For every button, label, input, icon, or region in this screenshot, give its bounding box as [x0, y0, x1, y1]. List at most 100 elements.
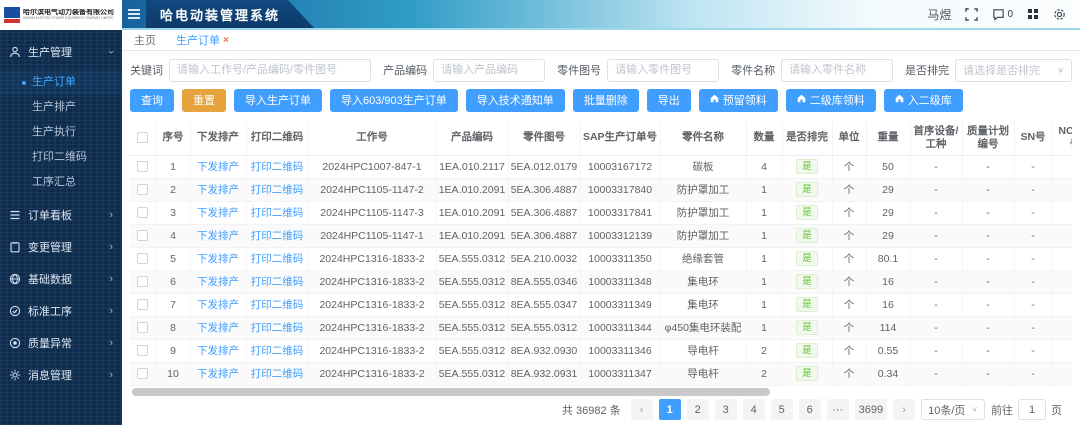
reset-button[interactable]: 重置: [182, 89, 226, 112]
row-checkbox[interactable]: [137, 368, 148, 379]
user-name[interactable]: 马煜: [927, 6, 951, 23]
sidebar-item-production-execution[interactable]: 生产执行: [0, 120, 122, 145]
sidebar-item-process-summary[interactable]: 工序汇总: [0, 170, 122, 195]
tab-home[interactable]: 主页: [134, 32, 156, 48]
print-qrcode-link[interactable]: 打印二维码: [251, 161, 304, 173]
issue-scheduling-link[interactable]: 下发排产: [197, 253, 239, 265]
row-checkbox[interactable]: [137, 345, 148, 356]
page-button[interactable]: 3: [715, 399, 737, 420]
cell-sap_no: 10003311350: [580, 247, 660, 270]
part-no-input[interactable]: [607, 59, 719, 82]
goto-page-input[interactable]: [1018, 399, 1046, 420]
reserve-material-button[interactable]: 预留领料: [699, 89, 778, 112]
sidebar-group-standard-process[interactable]: 标准工序 ›: [0, 295, 122, 327]
prev-page-button[interactable]: ‹: [631, 399, 653, 420]
page-size-select[interactable]: 10条/页 ∨: [921, 399, 985, 420]
print-qrcode-link[interactable]: 打印二维码: [251, 299, 304, 311]
page-content: 关键词 产品编码 零件图号 零件名称 是否排完 请选择是否排完 ∨ 查询 重置 …: [122, 51, 1080, 425]
import-tech-notice-button[interactable]: 导入技术通知单: [466, 89, 565, 112]
import-production-order-button[interactable]: 导入生产订单: [234, 89, 322, 112]
issue-scheduling-link[interactable]: 下发排产: [197, 184, 239, 196]
part-name-input[interactable]: [781, 59, 893, 82]
close-icon[interactable]: ×: [223, 35, 229, 46]
table-header-row: 序号下发排产打印二维码工作号产品编码零件图号SAP生产订单号零件名称数量是否排完…: [130, 121, 1072, 155]
page-button[interactable]: 5: [771, 399, 793, 420]
cell-weight: 50: [866, 155, 910, 178]
row-checkbox[interactable]: [137, 276, 148, 287]
issue-scheduling-link[interactable]: 下发排产: [197, 276, 239, 288]
sidebar-group-message-mgmt[interactable]: 消息管理 ›: [0, 359, 122, 391]
batch-delete-button[interactable]: 批量删除: [573, 89, 639, 112]
row-checkbox[interactable]: [137, 322, 148, 333]
scheduled-select[interactable]: 请选择是否排完 ∨: [955, 59, 1072, 82]
issue-scheduling-link[interactable]: 下发排产: [197, 299, 239, 311]
keyword-label: 关键词: [130, 62, 163, 78]
sidebar-item-print-qrcode[interactable]: 打印二维码: [0, 145, 122, 170]
query-button[interactable]: 查询: [130, 89, 174, 112]
page-button[interactable]: 2: [687, 399, 709, 420]
settings-gear-icon[interactable]: [1053, 8, 1066, 21]
page-button[interactable]: 1: [659, 399, 681, 420]
sidebar-group-order-board[interactable]: 订单看板 ›: [0, 199, 122, 231]
row-checkbox[interactable]: [137, 253, 148, 264]
keyword-input[interactable]: [169, 59, 371, 82]
page-ellipsis[interactable]: ···: [827, 399, 849, 420]
tab-production-order[interactable]: 生产订单 ×: [176, 32, 229, 48]
issue-scheduling-link[interactable]: 下发排产: [197, 207, 239, 219]
cell-product_code: 5EA.555.0312: [436, 247, 508, 270]
sidebar-item-production-order[interactable]: 生产订单: [0, 70, 122, 95]
issue-scheduling-link[interactable]: 下发排产: [197, 345, 239, 357]
print-qrcode-link[interactable]: 打印二维码: [251, 184, 304, 196]
row-checkbox[interactable]: [137, 161, 148, 172]
product-code-input[interactable]: [433, 59, 545, 82]
cell-qty: 1: [746, 247, 782, 270]
chevron-down-icon: ∨: [971, 405, 978, 414]
next-page-button[interactable]: ›: [893, 399, 915, 420]
print-qrcode-link[interactable]: 打印二维码: [251, 207, 304, 219]
row-checkbox[interactable]: [137, 299, 148, 310]
sidebar-menu: 生产管理 › 生产订单 生产排产 生产执行 打印二维码 工序汇总 订单看板 ›: [0, 30, 122, 425]
print-qrcode-link[interactable]: 打印二维码: [251, 322, 304, 334]
clipboard-icon: [9, 241, 21, 253]
page-button[interactable]: 6: [799, 399, 821, 420]
print-qrcode-link[interactable]: 打印二维码: [251, 253, 304, 265]
message-icon[interactable]: 0: [992, 8, 1013, 21]
sidebar-group-production[interactable]: 生产管理 ›: [0, 36, 122, 68]
import-603-903-button[interactable]: 导入603/903生产订单: [330, 89, 458, 112]
main-area: 哈电动装管理系统 马煜 0 主页: [122, 0, 1080, 425]
row-checkbox[interactable]: [137, 207, 148, 218]
grid-apps-icon[interactable]: [1027, 8, 1039, 20]
issue-scheduling-link[interactable]: 下发排产: [197, 322, 239, 334]
print-qrcode-link[interactable]: 打印二维码: [251, 230, 304, 242]
into-secondary-warehouse-button[interactable]: 入二级库: [884, 89, 963, 112]
cell-first_equip: -: [910, 339, 962, 362]
issue-scheduling-link[interactable]: 下发排产: [197, 230, 239, 242]
print-qrcode-link[interactable]: 打印二维码: [251, 345, 304, 357]
print-qrcode-link[interactable]: 打印二维码: [251, 368, 304, 380]
print-qrcode-link[interactable]: 打印二维码: [251, 276, 304, 288]
cell-part_name: 碳板: [660, 155, 746, 178]
issue-scheduling-link[interactable]: 下发排产: [197, 368, 239, 380]
sidebar-item-production-scheduling[interactable]: 生产排产: [0, 95, 122, 120]
cell-ncr_no: -: [1052, 178, 1072, 201]
page-button[interactable]: 4: [743, 399, 765, 420]
row-checkbox[interactable]: [137, 230, 148, 241]
sidebar: 哈尔滨电气动力装备有限公司 HARBIN ELECTRIC POWER EQUI…: [0, 0, 122, 425]
sidebar-group-change-mgmt[interactable]: 变更管理 ›: [0, 231, 122, 263]
cell-unit: 个: [832, 155, 866, 178]
select-all-checkbox[interactable]: [137, 132, 148, 143]
cell-unit: 个: [832, 362, 866, 385]
export-button[interactable]: 导出: [647, 89, 691, 112]
issue-scheduling-link[interactable]: 下发排产: [197, 161, 239, 173]
table-row: 6下发排产打印二维码2024HPC1316-1833-25EA.555.0312…: [130, 270, 1072, 293]
cell-quality_plan: -: [962, 293, 1014, 316]
cell-first_equip: -: [910, 247, 962, 270]
sidebar-group-quality-abnormal[interactable]: 质量异常 ›: [0, 327, 122, 359]
page-button[interactable]: 3699: [855, 399, 887, 420]
sidebar-group-basic-data[interactable]: 基础数据 ›: [0, 263, 122, 295]
hamburger-menu-icon[interactable]: [122, 0, 146, 28]
fullscreen-icon[interactable]: [965, 8, 978, 21]
scrollbar-thumb[interactable]: [132, 388, 770, 396]
row-checkbox[interactable]: [137, 184, 148, 195]
secondary-warehouse-material-button[interactable]: 二级库领料: [786, 89, 876, 112]
